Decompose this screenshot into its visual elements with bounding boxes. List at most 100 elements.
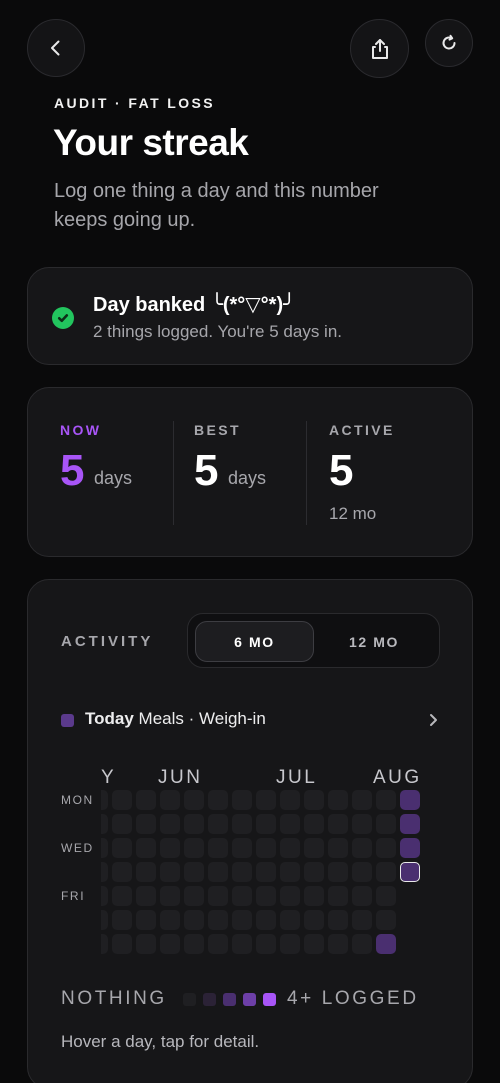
heatmap-day-cell[interactable] — [232, 838, 252, 858]
heatmap-day-cell[interactable] — [304, 838, 324, 858]
heatmap-day-cell[interactable] — [232, 886, 252, 906]
heatmap-day-cell[interactable] — [376, 790, 396, 810]
heatmap-day-cell[interactable] — [232, 790, 252, 810]
heatmap-day-cell[interactable] — [328, 910, 348, 930]
heatmap-day-cell[interactable] — [101, 790, 108, 810]
back-button[interactable] — [27, 19, 85, 77]
heatmap-day-cell[interactable] — [376, 862, 396, 882]
heatmap-day-cell[interactable] — [208, 790, 228, 810]
heatmap-day-cell[interactable] — [400, 838, 420, 858]
heatmap-day-cell[interactable] — [376, 838, 396, 858]
tab-12-mo[interactable]: 12 MO — [314, 621, 434, 662]
heatmap-day-cell[interactable] — [112, 862, 132, 882]
heatmap-day-cell[interactable] — [376, 934, 396, 954]
refresh-button[interactable] — [425, 19, 473, 67]
heatmap-day-cell[interactable] — [136, 862, 156, 882]
heatmap-day-cell[interactable] — [184, 910, 204, 930]
heatmap-day-cell[interactable] — [280, 862, 300, 882]
heatmap-day-cell[interactable] — [328, 814, 348, 834]
heatmap-day-cell[interactable] — [256, 886, 276, 906]
heatmap-day-cell[interactable] — [328, 838, 348, 858]
heatmap-day-cell[interactable] — [352, 910, 372, 930]
heatmap-day-cell[interactable] — [136, 790, 156, 810]
heatmap-day-cell[interactable] — [184, 862, 204, 882]
activity-filter-row[interactable]: Today Meals · Weigh-in — [61, 709, 441, 733]
heatmap-day-cell[interactable] — [400, 790, 420, 810]
share-button[interactable] — [350, 19, 409, 78]
heatmap-day-cell[interactable] — [208, 910, 228, 930]
heatmap-day-cell[interactable] — [101, 838, 108, 858]
heatmap-day-cell[interactable] — [328, 790, 348, 810]
heatmap-day-cell[interactable] — [112, 790, 132, 810]
heatmap-day-cell[interactable] — [160, 790, 180, 810]
heatmap-day-cell[interactable] — [160, 862, 180, 882]
heatmap-day-cell[interactable] — [304, 814, 324, 834]
heatmap-day-cell[interactable] — [136, 934, 156, 954]
heatmap-day-cell[interactable] — [256, 814, 276, 834]
heatmap-day-cell[interactable] — [232, 862, 252, 882]
heatmap-day-cell[interactable] — [328, 934, 348, 954]
heatmap-day-cell[interactable] — [160, 838, 180, 858]
heatmap-day-cell[interactable] — [208, 838, 228, 858]
heatmap-day-cell[interactable] — [280, 910, 300, 930]
heatmap-day-cell[interactable] — [160, 886, 180, 906]
heatmap-day-cell[interactable] — [101, 862, 108, 882]
heatmap-day-cell[interactable] — [101, 934, 108, 954]
heatmap-day-cell[interactable] — [256, 838, 276, 858]
heatmap-day-cell[interactable] — [208, 886, 228, 906]
heatmap-day-cell[interactable] — [232, 910, 252, 930]
heatmap-day-cell[interactable] — [280, 838, 300, 858]
heatmap-day-cell[interactable] — [136, 910, 156, 930]
heatmap-day-cell[interactable] — [256, 910, 276, 930]
heatmap-day-cell[interactable] — [376, 886, 396, 906]
heatmap-day-cell[interactable] — [112, 910, 132, 930]
heatmap-day-cell[interactable] — [352, 838, 372, 858]
heatmap-day-cell[interactable] — [208, 862, 228, 882]
heatmap-day-cell[interactable] — [304, 886, 324, 906]
tab-6-mo[interactable]: 6 MO — [195, 621, 314, 662]
heatmap-day-cell[interactable] — [256, 934, 276, 954]
heatmap-day-cell[interactable] — [112, 886, 132, 906]
heatmap-day-cell[interactable] — [352, 934, 372, 954]
heatmap-day-cell[interactable] — [160, 814, 180, 834]
heatmap-day-cell[interactable] — [304, 790, 324, 810]
heatmap-day-cell[interactable] — [376, 814, 396, 834]
heatmap-day-cell[interactable] — [376, 910, 396, 930]
heatmap-day-cell[interactable] — [304, 934, 324, 954]
heatmap-day-cell[interactable] — [304, 862, 324, 882]
heatmap-day-cell[interactable] — [352, 790, 372, 810]
heatmap-day-cell[interactable] — [184, 934, 204, 954]
heatmap-day-cell[interactable] — [184, 838, 204, 858]
heatmap-day-cell[interactable] — [184, 886, 204, 906]
heatmap-day-cell[interactable] — [184, 814, 204, 834]
heatmap-day-cell[interactable] — [101, 910, 108, 930]
heatmap-day-cell[interactable] — [280, 790, 300, 810]
heatmap-day-cell[interactable] — [112, 814, 132, 834]
heatmap-day-cell[interactable] — [352, 814, 372, 834]
heatmap-day-cell[interactable] — [160, 934, 180, 954]
heatmap-day-cell[interactable] — [101, 814, 108, 834]
heatmap-day-cell[interactable] — [280, 814, 300, 834]
heatmap-day-cell[interactable] — [304, 910, 324, 930]
heatmap-day-cell[interactable] — [256, 790, 276, 810]
heatmap-day-cell[interactable] — [232, 934, 252, 954]
heatmap-day-cell[interactable] — [208, 934, 228, 954]
heatmap-day-cell[interactable] — [184, 790, 204, 810]
heatmap-day-cell[interactable] — [400, 814, 420, 834]
heatmap-day-cell[interactable] — [352, 886, 372, 906]
heatmap-day-cell[interactable] — [328, 862, 348, 882]
heatmap-day-cell[interactable] — [112, 934, 132, 954]
heatmap-today-cell[interactable] — [400, 862, 420, 882]
heatmap-day-cell[interactable] — [101, 886, 108, 906]
heatmap-day-cell[interactable] — [208, 814, 228, 834]
heatmap-day-cell[interactable] — [256, 862, 276, 882]
heatmap-day-cell[interactable] — [136, 838, 156, 858]
heatmap-day-cell[interactable] — [112, 838, 132, 858]
heatmap-day-cell[interactable] — [232, 814, 252, 834]
heatmap-day-cell[interactable] — [328, 886, 348, 906]
heatmap-day-cell[interactable] — [136, 886, 156, 906]
heatmap-day-cell[interactable] — [136, 814, 156, 834]
heatmap-day-cell[interactable] — [280, 934, 300, 954]
heatmap-day-cell[interactable] — [280, 886, 300, 906]
heatmap-day-cell[interactable] — [352, 862, 372, 882]
